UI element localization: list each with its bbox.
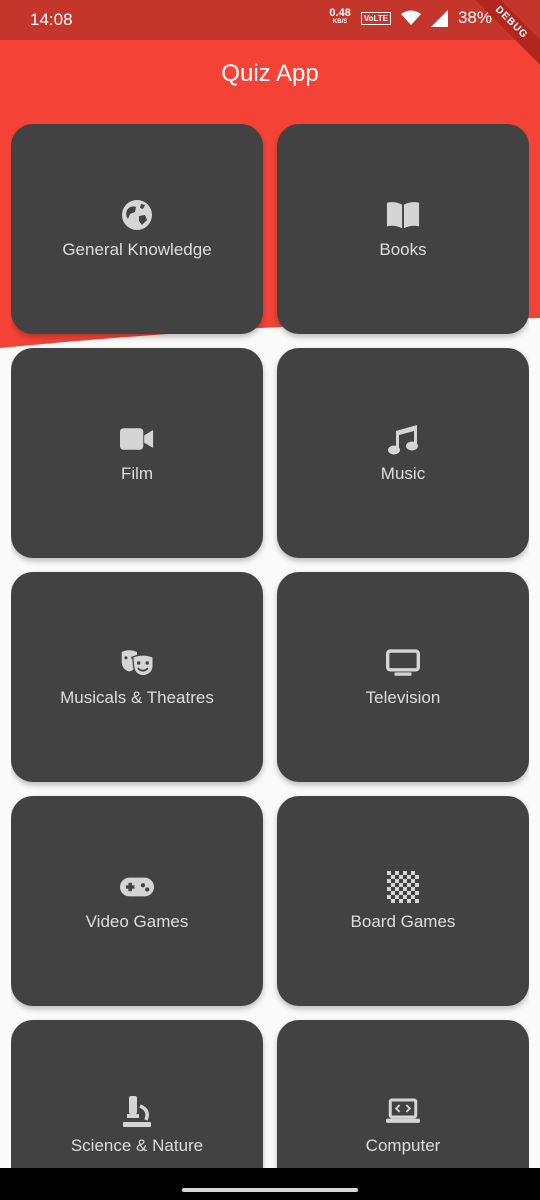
category-label: Film <box>120 464 154 483</box>
network-speed-value: 0.48 <box>329 7 351 19</box>
category-card-board-games[interactable]: Board Games <box>277 796 529 1006</box>
category-label: Board Games <box>350 912 456 931</box>
microscope-icon <box>120 1094 154 1128</box>
gamepad-icon <box>120 870 154 904</box>
music-note-icon <box>386 422 420 456</box>
status-bar: 14:08 0.48 KB/S VoLTE 38% <box>0 0 540 40</box>
status-time: 14:08 <box>30 10 73 29</box>
category-label: Computer <box>365 1136 441 1155</box>
globe-icon <box>120 198 154 232</box>
signal-icon <box>430 9 448 27</box>
category-card-general-knowledge[interactable]: General Knowledge <box>11 124 263 334</box>
category-card-television[interactable]: Television <box>277 572 529 782</box>
status-icons: 0.48 KB/S VoLTE 38% <box>329 8 492 28</box>
category-label: Science & Nature <box>70 1136 204 1155</box>
system-navigation-bar <box>0 1168 540 1200</box>
category-label: Books <box>379 240 427 259</box>
category-label: Music <box>380 464 426 483</box>
category-card-science-nature[interactable]: Science & Nature <box>11 1020 263 1168</box>
category-card-musicals-theatres[interactable]: Musicals & Theatres <box>11 572 263 782</box>
video-camera-icon <box>120 422 154 456</box>
network-speed-unit: KB/S <box>332 19 348 25</box>
app-title: Quiz App <box>221 60 319 87</box>
laptop-code-icon <box>386 1094 420 1128</box>
wifi-icon <box>400 10 421 25</box>
category-card-video-games[interactable]: Video Games <box>11 796 263 1006</box>
category-grid: General Knowledge Books Film Music Music… <box>11 124 529 1168</box>
book-icon <box>386 198 420 232</box>
chessboard-icon <box>386 870 420 904</box>
category-label: Video Games <box>85 912 189 931</box>
home-gesture-handle[interactable] <box>182 1188 358 1192</box>
theater-masks-icon <box>120 646 154 680</box>
category-card-music[interactable]: Music <box>277 348 529 558</box>
volte-badge: VoLTE <box>360 11 391 25</box>
tv-icon <box>386 646 420 680</box>
category-card-film[interactable]: Film <box>11 348 263 558</box>
network-speed: 0.48 KB/S <box>329 7 351 27</box>
category-label: Musicals & Theatres <box>60 688 214 707</box>
category-card-computer[interactable]: Computer <box>277 1020 529 1168</box>
category-label: Television <box>365 688 441 707</box>
category-label: General Knowledge <box>62 240 212 259</box>
category-card-books[interactable]: Books <box>277 124 529 334</box>
